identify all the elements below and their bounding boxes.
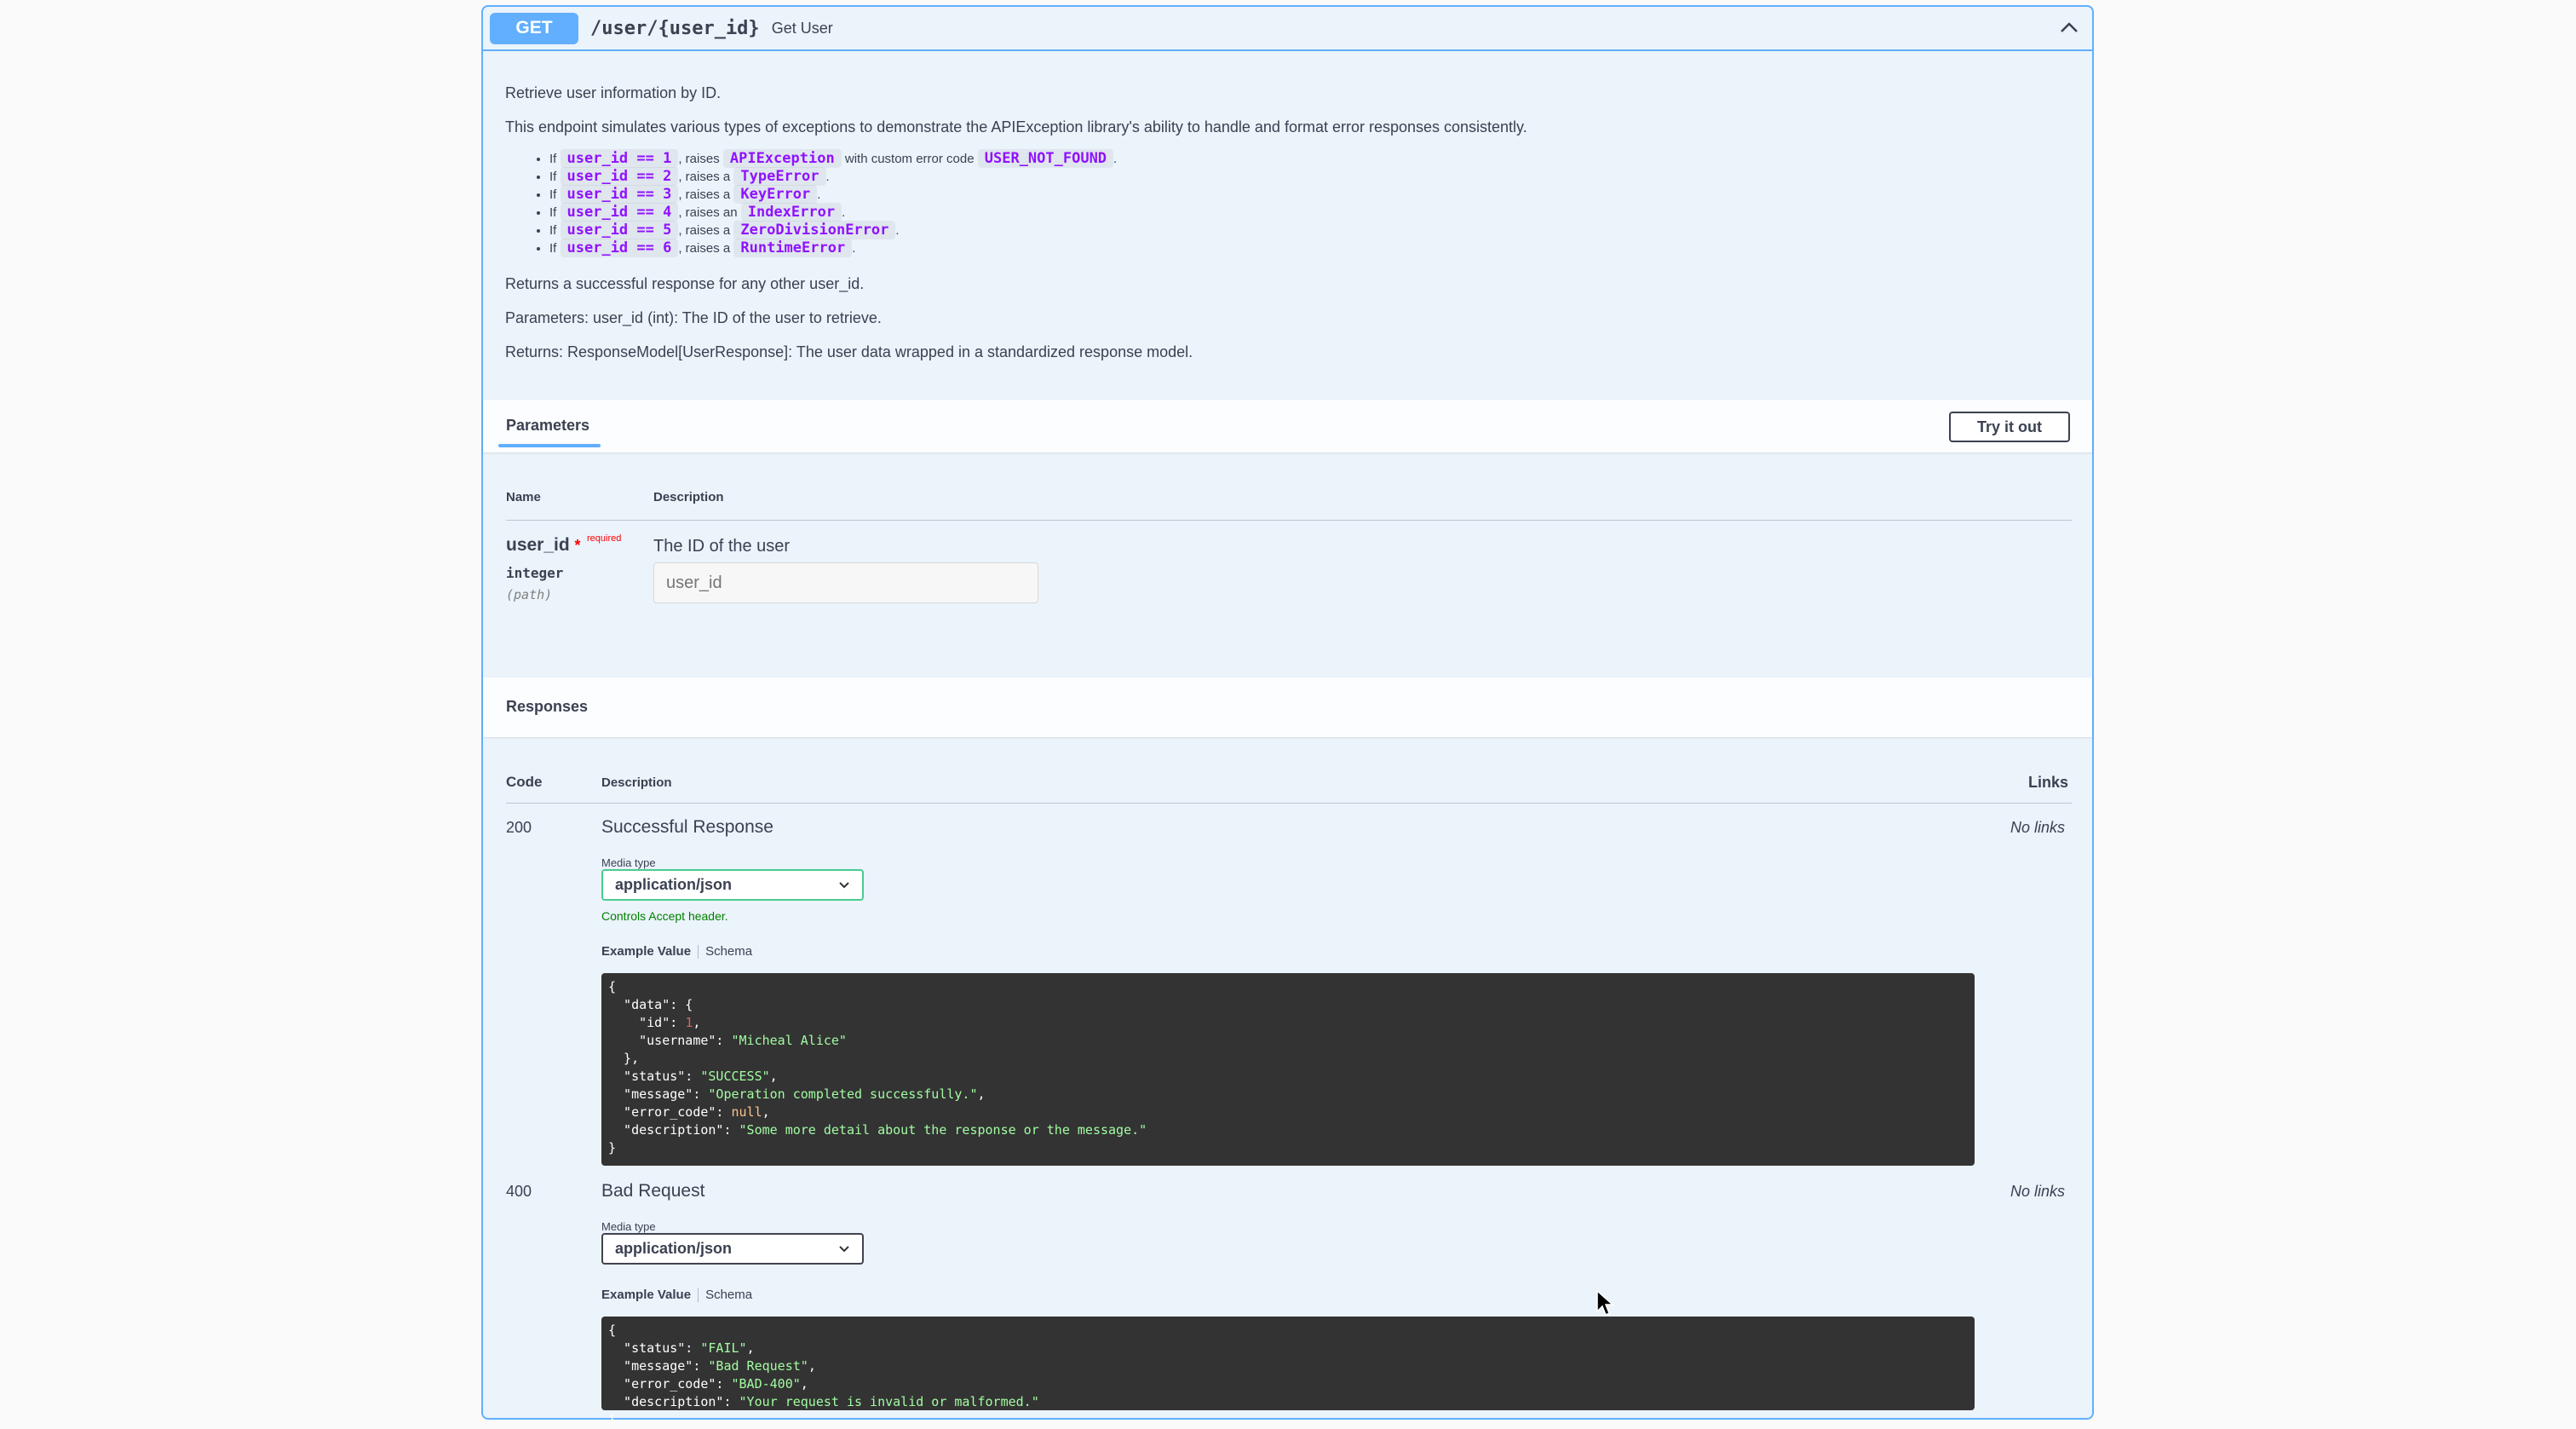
try-it-out-button[interactable]: Try it out xyxy=(1949,412,2070,442)
operation-summary-bar[interactable]: GET /user/{user_id} Get User xyxy=(483,7,2092,51)
tab-schema[interactable]: Schema xyxy=(705,1288,752,1302)
example-tabs: Example Value Schema xyxy=(601,1288,752,1302)
list-item: If user_id == 3, raises a KeyError. xyxy=(549,185,2064,204)
endpoint-description: Retrieve user information by ID. This en… xyxy=(505,85,2064,378)
example-code-block: { "status": "FAIL", "message": "Bad Requ… xyxy=(601,1317,1975,1427)
response-description: Successful Response xyxy=(601,817,773,837)
chevron-down-icon xyxy=(839,1245,849,1252)
mouse-cursor-icon xyxy=(1596,1289,1614,1317)
list-item: If user_id == 2, raises a TypeError. xyxy=(549,167,2064,186)
response-links: No links xyxy=(2010,819,2065,836)
responses-header: Responses xyxy=(483,677,2092,737)
column-header-description: Description xyxy=(601,775,672,790)
exception-list: If user_id == 1, raises APIException wit… xyxy=(505,149,2064,257)
tab-parameters[interactable]: Parameters xyxy=(506,417,589,435)
parameter-name: user_id * xyxy=(506,535,581,555)
tab-active-indicator xyxy=(498,444,601,447)
column-header-links: Links xyxy=(2027,774,2068,791)
endpoint-summary: Get User xyxy=(771,19,833,37)
example-code-block: { "data": { "id": 1, "username": "Michea… xyxy=(601,973,1975,1166)
required-label: required xyxy=(587,533,622,544)
description-text: Parameters: user_id (int): The ID of the… xyxy=(505,309,882,326)
example-tabs: Example Value Schema xyxy=(601,944,752,959)
response-code-400: 400 xyxy=(506,1183,532,1200)
response-links: No links xyxy=(2010,1183,2065,1200)
endpoint-path: /user/{user_id} xyxy=(590,17,760,39)
divider xyxy=(506,803,2072,804)
parameter-description: The ID of the user xyxy=(653,537,791,556)
description-text: Retrieve user information by ID. xyxy=(505,84,722,101)
divider xyxy=(698,944,699,959)
parameters-header: Parameters Try it out xyxy=(483,400,2092,452)
list-item: If user_id == 4, raises an IndexError. xyxy=(549,203,2064,222)
list-item: If user_id == 6, raises a RuntimeError. xyxy=(549,239,2064,257)
description-text: Returns a successful response for any ot… xyxy=(505,275,865,292)
media-type-select[interactable]: application/json xyxy=(601,1233,864,1265)
chevron-up-icon[interactable] xyxy=(2058,17,2080,39)
tab-example-value[interactable]: Example Value xyxy=(601,944,691,959)
chevron-down-icon xyxy=(839,881,849,888)
parameter-type: integer xyxy=(506,565,564,581)
operation-block: GET /user/{user_id} Get User Retrieve us… xyxy=(481,5,2094,1427)
column-header-code: Code xyxy=(506,774,543,790)
description-text: This endpoint simulates various types of… xyxy=(505,118,1527,135)
tab-example-value[interactable]: Example Value xyxy=(601,1288,691,1302)
user-id-input[interactable] xyxy=(653,562,1038,603)
list-item: If user_id == 5, raises a ZeroDivisionEr… xyxy=(549,221,2064,239)
media-type-label: Media type xyxy=(601,1220,656,1233)
list-item: If user_id == 1, raises APIException wit… xyxy=(549,149,2064,168)
divider xyxy=(506,520,2072,521)
media-type-label: Media type xyxy=(601,856,656,869)
description-text: Returns: ResponseModel[UserResponse]: Th… xyxy=(505,343,1193,360)
response-code-200: 200 xyxy=(506,819,532,836)
column-header-description: Description xyxy=(653,490,724,504)
method-badge: GET xyxy=(490,12,578,44)
parameter-location: (path) xyxy=(506,587,553,602)
response-description: Bad Request xyxy=(601,1181,705,1201)
media-type-select[interactable]: application/json xyxy=(601,869,864,901)
column-header-name: Name xyxy=(506,490,541,504)
divider xyxy=(698,1288,699,1302)
accept-header-note: Controls Accept header. xyxy=(601,909,728,923)
tab-schema[interactable]: Schema xyxy=(705,944,752,959)
responses-title: Responses xyxy=(506,698,589,715)
